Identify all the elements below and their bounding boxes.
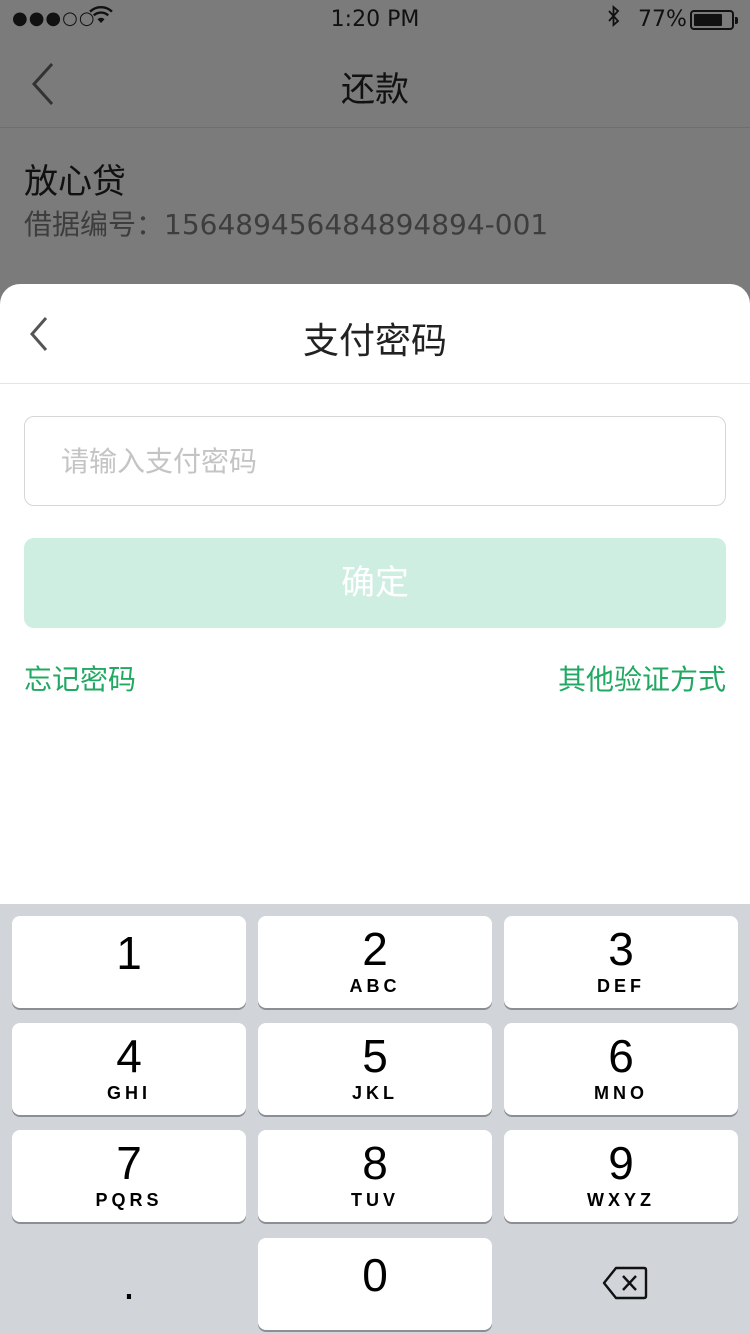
loan-product-name: 放心贷 [24, 162, 126, 202]
key-2[interactable]: 2 ABC [258, 916, 492, 1008]
key-digit: 4 [116, 1030, 142, 1082]
key-letters: JKL [351, 1083, 398, 1103]
key-letters: ABC [349, 976, 401, 996]
loan-receipt-number: 借据编号：156489456484894894-001 [24, 208, 549, 241]
battery-percentage: 77% [638, 7, 687, 32]
status-bar: ●●●○○ 1:20 PM 77% [0, 0, 750, 40]
sheet-header: 支付密码 [0, 284, 750, 384]
forgot-password-link[interactable]: 忘记密码 [24, 658, 136, 698]
backspace-icon [602, 1266, 648, 1300]
battery-icon [690, 10, 738, 30]
page-title: 还款 [341, 70, 409, 110]
confirm-button[interactable]: 确定 [24, 538, 726, 628]
key-1[interactable]: 1 [12, 916, 246, 1008]
numeric-keypad: 1 2 ABC 3 DEF 4 GHI 5 JKL 6 MNO 7 PQRS 8… [0, 904, 750, 1334]
key-letters: PQRS [95, 1190, 163, 1210]
delete-key[interactable] [504, 1238, 738, 1330]
key-digit: 6 [608, 1030, 634, 1082]
key-6[interactable]: 6 MNO [504, 1023, 738, 1115]
key-7[interactable]: 7 PQRS [12, 1130, 246, 1222]
nav-bar: 还款 [0, 40, 750, 128]
key-letters: GHI [106, 1083, 151, 1103]
key-0[interactable]: 0 [258, 1238, 492, 1330]
payment-password-input[interactable] [24, 416, 726, 506]
key-digit: 2 [362, 923, 388, 975]
other-verification-link[interactable]: 其他验证方式 [558, 658, 726, 698]
payment-password-sheet: 支付密码 确定 忘记密码 其他验证方式 [0, 284, 750, 904]
key-digit: 5 [362, 1030, 388, 1082]
key-digit: 1 [116, 927, 142, 979]
bluetooth-icon [606, 4, 622, 36]
sheet-title: 支付密码 [302, 321, 447, 362]
key-9[interactable]: 9 WXYZ [504, 1130, 738, 1222]
key-4[interactable]: 4 GHI [12, 1023, 246, 1115]
key-letters: MNO [594, 1083, 648, 1103]
key-dot[interactable]: . [12, 1246, 246, 1334]
key-digit: 3 [608, 923, 634, 975]
battery-fill [694, 14, 722, 26]
key-digit: 8 [362, 1137, 388, 1189]
key-5[interactable]: 5 JKL [258, 1023, 492, 1115]
key-digit: 9 [608, 1137, 634, 1189]
key-letters: DEF [597, 976, 645, 996]
key-digit: 0 [362, 1249, 388, 1301]
key-letters: TUV [351, 1190, 399, 1210]
key-8[interactable]: 8 TUV [258, 1130, 492, 1222]
key-3[interactable]: 3 DEF [504, 916, 738, 1008]
key-letters: WXYZ [587, 1190, 655, 1210]
key-digit: 7 [116, 1137, 142, 1189]
